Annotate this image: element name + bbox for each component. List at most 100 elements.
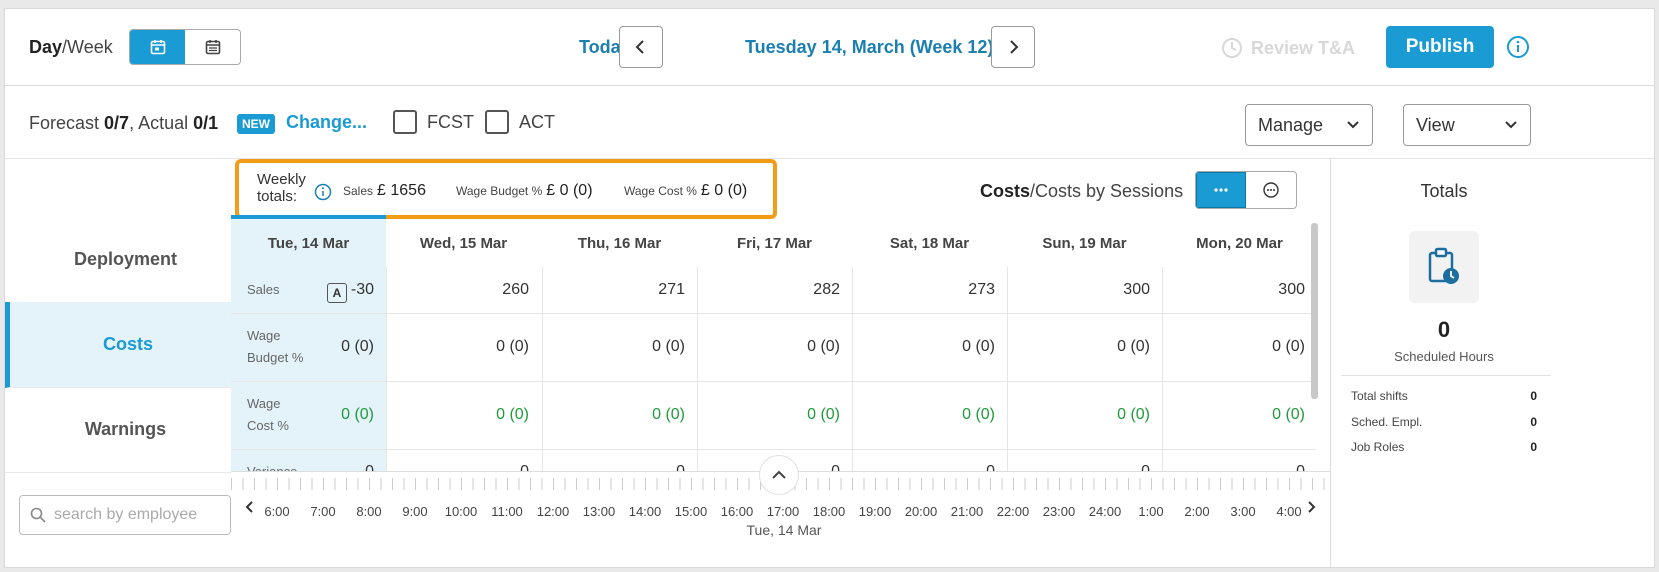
timeline-hour-label: 24:00 (1088, 504, 1122, 519)
grid-cell[interactable]: 273 (852, 281, 995, 299)
grid-cell[interactable]: 271 (542, 281, 685, 299)
publish-button[interactable]: Publish (1386, 26, 1494, 68)
timeline-hour-label: 15:00 (674, 504, 708, 519)
actual-value: 0/1 (193, 113, 219, 133)
chevron-left-icon (635, 40, 644, 54)
grid-cell[interactable]: 0 (0) (1162, 338, 1305, 356)
weekly-totals-info-icon[interactable] (314, 183, 332, 206)
sched-empl-row: Sched. Empl. 0 (1351, 415, 1537, 429)
manage-dropdown[interactable]: Manage (1245, 104, 1373, 146)
timeline-hour-label: 7:00 (310, 504, 336, 519)
scheduled-hours-value: 0 (1437, 317, 1451, 342)
current-date-title[interactable]: Tuesday 14, March (Week 12) (745, 37, 993, 58)
grid-cell[interactable]: 0 (0) (697, 338, 840, 356)
grid-cell[interactable]: 0 (0) (231, 406, 374, 424)
timeline-hour-label: 3:00 (1230, 504, 1256, 519)
weekly-totals-label-line1: Weekly (257, 171, 306, 188)
fcst-checkbox[interactable] (393, 110, 417, 134)
sidebar-item-deployment[interactable]: Deployment (5, 217, 246, 303)
weekly-wage-budget: Wage Budget % £ 0 (0) (456, 182, 593, 200)
grid-cell[interactable]: 260 (386, 281, 529, 299)
timeline-hour-label: 4:00 (1276, 504, 1302, 519)
next-week-button[interactable] (991, 26, 1035, 68)
costs-grid: Tue, 14 Mar Wed, 15 Mar Thu, 16 Mar Fri, 17… (231, 215, 1316, 473)
timeline-hour-label: 11:00 (491, 504, 523, 519)
view-label: View (1416, 114, 1455, 135)
grid-cell[interactable]: 0 (0) (542, 338, 685, 356)
timeline-scroll-left-icon[interactable] (245, 500, 255, 519)
grid-cell[interactable]: 0 (0) (542, 406, 685, 424)
sched-empl-value: 0 (1530, 415, 1537, 429)
column-header-6[interactable]: Mon, 20 Mar (1162, 215, 1316, 267)
sidebar-item-costs[interactable]: Costs (5, 302, 246, 388)
grid-cell[interactable]: 0 (0) (386, 406, 529, 424)
grid-cell[interactable]: 282 (697, 281, 840, 299)
expand-timeline-button[interactable] (759, 455, 799, 495)
total-shifts-row: Total shifts 0 (1351, 389, 1537, 403)
grid-cell[interactable]: 0 (0) (1007, 406, 1150, 424)
timeline-hour-label: 9:00 (402, 504, 428, 519)
clipboard-clock-icon (1409, 231, 1479, 303)
sidebar-item-warnings[interactable]: Warnings (5, 387, 246, 473)
column-header-4[interactable]: Sat, 18 Mar (852, 215, 1007, 267)
weekly-totals-label: Weekly totals: (257, 171, 306, 205)
change-link[interactable]: Change... (286, 112, 367, 133)
costs-view-title: Costs/Costs by Sessions (980, 181, 1183, 202)
weekly-totals-bar: Weekly totals: Sales £ 1656 Wage Budget %… (231, 159, 1391, 219)
job-roles-row: Job Roles 0 (1351, 440, 1537, 454)
costs-view-button[interactable] (1196, 172, 1247, 208)
grid-cell[interactable]: -30 (231, 281, 374, 299)
totals-panel: Totals 0 Scheduled Hours Total shifts 0 S… (1330, 159, 1654, 567)
row-divider (231, 313, 1316, 314)
review-ta-button[interactable]: Review T&A (1221, 37, 1355, 59)
day-view-button[interactable] (130, 30, 185, 64)
act-checkbox[interactable] (485, 110, 509, 134)
help-info-icon[interactable] (1506, 35, 1530, 64)
total-shifts-value: 0 (1530, 389, 1537, 403)
totals-title: Totals (1420, 181, 1468, 201)
grid-cell[interactable]: 0 (0) (231, 338, 374, 356)
review-ta-label: Review T&A (1251, 37, 1356, 58)
grid-cell[interactable]: 0 (0) (1162, 406, 1305, 424)
timeline-hour-label: 22:00 (996, 504, 1030, 519)
column-header-0[interactable]: Tue, 14 Mar (231, 215, 386, 267)
timeline-hour-label: 23:00 (1042, 504, 1076, 519)
view-dropdown[interactable]: View (1403, 104, 1531, 146)
actual-label: , Actual (129, 113, 189, 133)
fcst-label: FCST (427, 112, 474, 132)
job-roles-label: Job Roles (1351, 440, 1405, 454)
grid-cell[interactable]: 300 (1007, 281, 1150, 299)
forecast-bar: Forecast 0/7, Actual 0/1 NEW Change... F… (5, 86, 1654, 159)
timeline-hour-label: 10:00 (444, 504, 478, 519)
column-header-2[interactable]: Thu, 16 Mar (542, 215, 697, 267)
grid-cell[interactable]: 0 (0) (386, 338, 529, 356)
timeline-hour-label: 17:00 (766, 504, 800, 519)
sessions-view-button[interactable] (1246, 172, 1296, 208)
column-header-1[interactable]: Wed, 15 Mar (386, 215, 541, 267)
timeline-hour-label: 19:00 (858, 504, 892, 519)
grid-cell[interactable]: 0 (0) (1007, 338, 1150, 356)
search-placeholder: search by employee (54, 506, 198, 523)
weekly-totals-label-line2: totals: (257, 188, 298, 205)
previous-week-button[interactable] (619, 26, 663, 68)
row-divider (231, 381, 1316, 382)
grid-cell[interactable]: 300 (1162, 281, 1305, 299)
day-week-toggle (129, 29, 241, 65)
column-header-3[interactable]: Fri, 17 Mar (697, 215, 852, 267)
column-header-5[interactable]: Sun, 19 Mar (1007, 215, 1162, 267)
forecast-label: Forecast (29, 113, 100, 133)
grid-cell[interactable]: 0 (0) (697, 406, 840, 424)
search-icon (30, 507, 46, 523)
week-view-button[interactable] (185, 30, 240, 64)
timeline-scroll-right-icon[interactable] (1306, 500, 1316, 519)
grid-cell[interactable]: 0 (0) (852, 406, 995, 424)
timeline-hour-label: 21:00 (950, 504, 984, 519)
timeline-hour-label: 2:00 (1184, 504, 1210, 519)
grid-vertical-scrollbar[interactable] (1311, 223, 1318, 399)
grid-cell[interactable]: 0 (0) (852, 338, 995, 356)
employee-search-input[interactable]: search by employee (19, 495, 231, 535)
chevron-down-icon (1505, 121, 1517, 129)
job-roles-value: 0 (1530, 440, 1537, 454)
calendar-day-icon (150, 40, 165, 55)
more-horizontal-icon (1214, 188, 1228, 192)
